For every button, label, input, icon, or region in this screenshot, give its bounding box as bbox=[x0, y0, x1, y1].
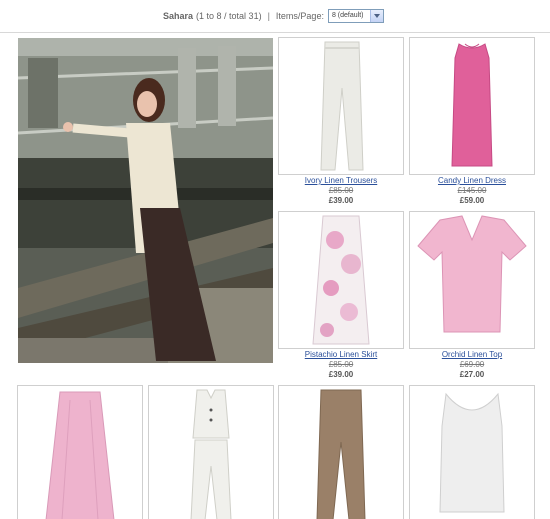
items-per-page-label: Items/Page: bbox=[275, 11, 324, 21]
toolbar-content: Sahara (1 to 8 / total 31) | Items/Page:… bbox=[163, 9, 384, 23]
product-price: £39.00 bbox=[328, 196, 354, 205]
catalog-toolbar: Sahara (1 to 8 / total 31) | Items/Page:… bbox=[0, 0, 550, 33]
product-price: £27.00 bbox=[459, 370, 485, 379]
items-per-page-select[interactable]: 8 (default) bbox=[327, 9, 384, 23]
product-meta-1: Ivory Linen Trousers £85.00 £39.00 bbox=[278, 176, 404, 206]
product-card-6[interactable] bbox=[148, 385, 274, 519]
product-card-7[interactable] bbox=[278, 385, 404, 519]
white-vest-image bbox=[410, 386, 534, 519]
model-photo-image bbox=[18, 38, 273, 363]
featured-model-photo[interactable] bbox=[18, 38, 273, 363]
product-card-8[interactable] bbox=[409, 385, 535, 519]
items-per-page-value: 8 (default) bbox=[331, 12, 364, 19]
product-old-price: £85.00 bbox=[328, 186, 354, 195]
category-title: Sahara bbox=[163, 11, 194, 21]
product-meta-3: Pistachio Linen Skirt £85.00 £39.00 bbox=[278, 350, 404, 380]
result-count: (1 to 8 / total 31) bbox=[196, 11, 262, 21]
product-card-5[interactable] bbox=[17, 385, 143, 519]
trousers-image bbox=[279, 38, 403, 174]
product-price: £59.00 bbox=[459, 196, 485, 205]
product-name-link[interactable]: Orchid Linen Top bbox=[409, 350, 535, 360]
dress-image bbox=[410, 38, 534, 174]
pink-skirt-image bbox=[18, 386, 142, 519]
product-card-3[interactable] bbox=[278, 211, 404, 349]
brown-trousers-image bbox=[279, 386, 403, 519]
product-price: £39.00 bbox=[328, 370, 354, 379]
toolbar-separator: | bbox=[267, 11, 270, 21]
product-name-link[interactable]: Pistachio Linen Skirt bbox=[278, 350, 404, 360]
product-old-price: £69.00 bbox=[459, 360, 485, 369]
white-suit-image bbox=[149, 386, 273, 519]
top-image bbox=[410, 212, 534, 348]
product-meta-4: Orchid Linen Top £69.00 £27.00 bbox=[409, 350, 535, 380]
product-name-link[interactable]: Ivory Linen Trousers bbox=[278, 176, 404, 186]
product-old-price: £145.00 bbox=[457, 186, 487, 195]
product-old-price: £85.00 bbox=[328, 360, 354, 369]
product-card-4[interactable] bbox=[409, 211, 535, 349]
product-card-1[interactable] bbox=[278, 37, 404, 175]
skirt-image bbox=[279, 212, 403, 348]
product-meta-2: Candy Linen Dress £145.00 £59.00 bbox=[409, 176, 535, 206]
chevron-down-icon[interactable] bbox=[369, 10, 383, 22]
product-card-2[interactable] bbox=[409, 37, 535, 175]
product-name-link[interactable]: Candy Linen Dress bbox=[409, 176, 535, 186]
